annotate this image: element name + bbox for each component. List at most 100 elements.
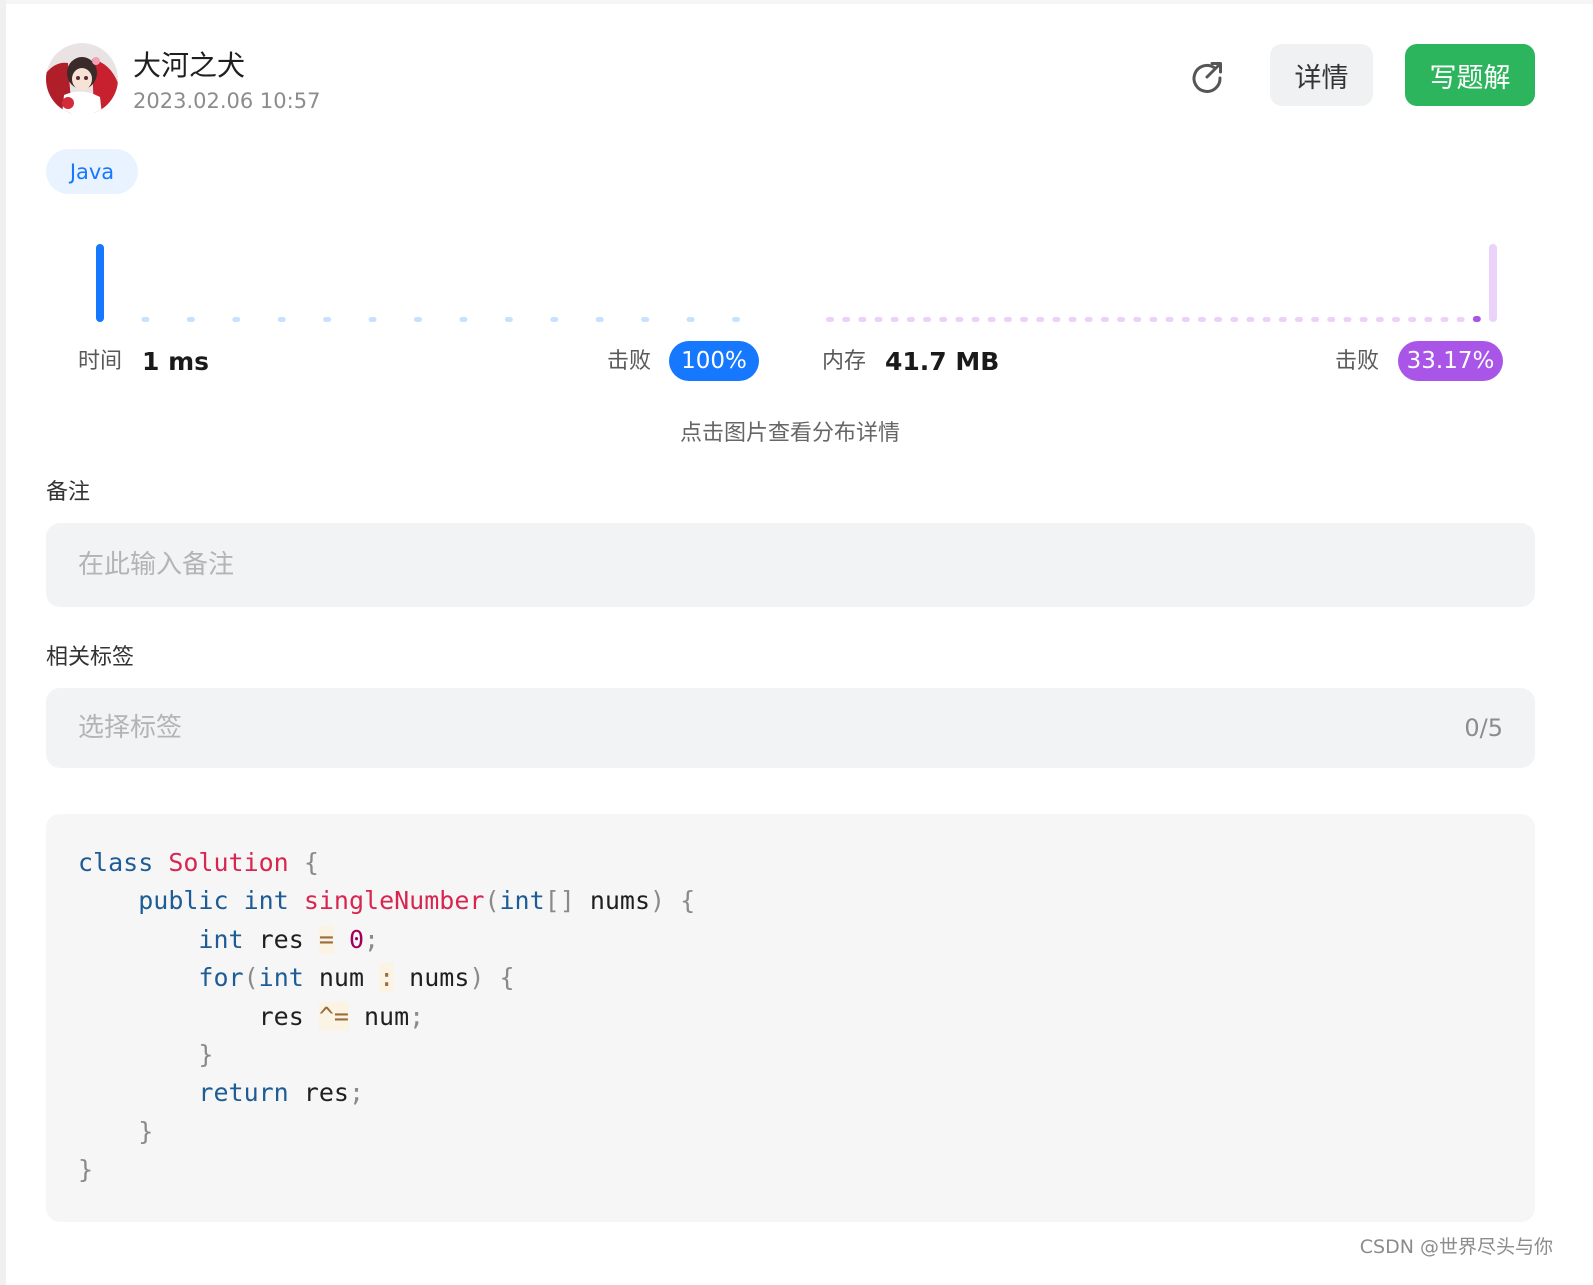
memory-value: 41.7 MB <box>885 347 1000 376</box>
submission-date: 2023.02.06 10:57 <box>133 89 321 113</box>
distribution-chart[interactable] <box>46 225 1536 335</box>
runtime-bar <box>277 317 286 322</box>
avatar-image <box>46 43 118 115</box>
note-field <box>46 523 1535 607</box>
memory-bar <box>1197 317 1206 322</box>
code-token: ) <box>469 963 485 993</box>
memory-bar <box>1230 317 1239 322</box>
memory-bar <box>1408 317 1417 322</box>
code-token: ( <box>484 886 500 916</box>
code-token: nums <box>574 886 651 916</box>
left-edge <box>0 0 6 1285</box>
memory-bar <box>842 317 851 322</box>
memory-bar <box>1181 317 1190 322</box>
tag-select[interactable]: 选择标签 0/5 <box>46 688 1535 768</box>
memory-bar <box>890 317 899 322</box>
code-token: ; <box>348 1078 365 1108</box>
code-token: : <box>379 963 395 993</box>
memory-beat-badge: 33.17% <box>1398 341 1503 381</box>
code-token: [] <box>544 886 575 916</box>
runtime-bar <box>595 317 604 322</box>
memory-bar <box>971 317 980 322</box>
memory-bar <box>1327 317 1336 322</box>
code-token: } <box>78 1155 94 1185</box>
memory-bar <box>1278 317 1287 322</box>
code-token: 0 <box>348 924 365 954</box>
time-beat-label: 击败 <box>607 349 652 374</box>
memory-bar <box>1472 316 1481 322</box>
code-line: for(int num : nums) { <box>78 963 515 993</box>
code-token: return <box>198 1078 289 1108</box>
memory-bar <box>906 317 915 322</box>
write-solution-button[interactable]: 写题解 <box>1405 44 1535 106</box>
runtime-bar <box>686 317 695 322</box>
memory-bar <box>1262 317 1271 322</box>
code-token: { <box>680 886 696 916</box>
code-line: return res; <box>78 1078 364 1107</box>
memory-bar <box>1117 317 1126 322</box>
code-token: res <box>243 924 319 954</box>
note-label: 备注 <box>46 480 91 505</box>
memory-bar <box>1440 317 1449 322</box>
runtime-bar <box>459 317 468 322</box>
code-token: ( <box>243 963 259 993</box>
runtime-bar <box>550 317 559 322</box>
user-name[interactable]: 大河之犬 <box>133 48 245 84</box>
runtime-bar <box>186 317 195 322</box>
code-token: ; <box>409 1001 425 1031</box>
code-token: ^= <box>318 1001 349 1031</box>
code-line: } <box>78 1155 93 1184</box>
code-token: ; <box>364 924 380 954</box>
tag-select-placeholder: 选择标签 <box>78 713 183 743</box>
code-block[interactable]: class Solution { public int singleNumber… <box>46 814 1535 1222</box>
time-value: 1 ms <box>142 347 210 376</box>
code-line: public int singleNumber(int[] nums) { <box>78 886 695 915</box>
tags-label: 相关标签 <box>46 645 135 670</box>
code-token: singleNumber <box>303 886 485 916</box>
memory-bar <box>1375 317 1384 322</box>
runtime-bar <box>732 317 740 322</box>
code-token: } <box>138 1116 154 1146</box>
code-token: int <box>243 886 289 916</box>
memory-bar <box>1311 317 1320 322</box>
code-token: nums <box>394 963 470 993</box>
runtime-bar <box>96 244 104 322</box>
memory-bar <box>1068 317 1077 322</box>
time-label: 时间 <box>78 349 123 374</box>
memory-bar <box>1359 317 1368 322</box>
share-icon[interactable] <box>1188 58 1226 96</box>
code-token: Solution <box>168 848 289 877</box>
memory-bar <box>874 317 883 322</box>
code-token: num <box>303 963 380 993</box>
code-line: res ^= num; <box>78 1001 425 1031</box>
details-button[interactable]: 详情 <box>1270 44 1373 106</box>
code-token: res <box>78 1001 319 1031</box>
code-line: } <box>78 1117 153 1146</box>
memory-bar <box>1489 244 1497 322</box>
memory-bar <box>1294 317 1303 322</box>
note-input[interactable] <box>46 523 1535 607</box>
memory-bar <box>1214 317 1223 322</box>
memory-bar <box>858 317 867 322</box>
memory-bar <box>1003 317 1012 322</box>
memory-label: 内存 <box>822 349 867 374</box>
code-token: num <box>348 1001 410 1031</box>
runtime-bar <box>232 317 241 322</box>
avatar[interactable] <box>46 43 118 115</box>
code-token: class <box>78 848 154 877</box>
top-border <box>0 0 1593 4</box>
code-token: for <box>198 963 244 993</box>
code-token: public <box>138 886 229 916</box>
distribution-hint[interactable]: 点击图片查看分布详情 <box>0 415 1580 447</box>
code-token: int <box>499 886 545 916</box>
language-tag[interactable]: Java <box>46 149 138 194</box>
